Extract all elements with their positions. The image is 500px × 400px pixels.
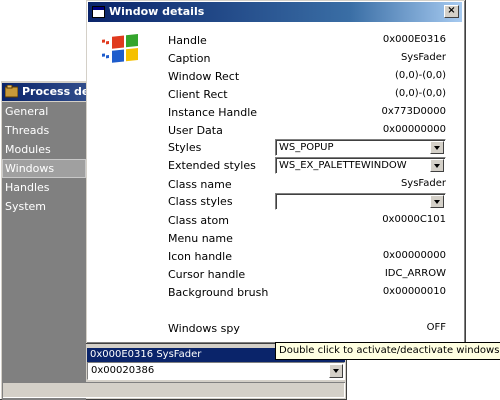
field-label: Icon handle xyxy=(168,250,232,263)
window-details-title: Window details xyxy=(109,5,205,18)
field-label: Extended styles xyxy=(168,159,256,172)
field-label: Menu name xyxy=(168,232,233,245)
field-label: Instance Handle xyxy=(168,106,258,119)
field-caption: Caption SysFader xyxy=(168,50,446,68)
class-styles-select[interactable] xyxy=(275,193,446,210)
field-label: Windows spy xyxy=(168,322,240,335)
nav-item-modules[interactable]: Modules xyxy=(2,140,86,159)
styles-select[interactable]: WS_POPUP xyxy=(275,139,446,156)
field-class-atom: Class atom 0x0000C101 xyxy=(168,212,446,230)
field-window-rect: Window Rect (0,0)-(0,0) xyxy=(168,68,446,86)
field-label: Cursor handle xyxy=(168,268,246,281)
field-user-data: User Data 0x00000000 xyxy=(168,122,446,140)
nav-item-threads[interactable]: Threads xyxy=(2,121,86,140)
field-value: (0,0)-(0,0) xyxy=(394,88,446,99)
field-styles: Styles WS_POPUP xyxy=(168,139,446,157)
field-label: Styles xyxy=(168,141,202,154)
styles-select-value: WS_POPUP xyxy=(279,142,334,153)
window-handle-combo[interactable]: 0x00020386 xyxy=(87,362,345,380)
field-menu-name: Menu name xyxy=(168,230,446,248)
process-icon xyxy=(5,85,18,98)
nav-item-system[interactable]: System xyxy=(2,197,86,216)
chevron-down-icon[interactable] xyxy=(430,141,444,154)
nav-item-handles[interactable]: Handles xyxy=(2,178,86,197)
field-label: Window Rect xyxy=(168,70,240,83)
field-value: SysFader xyxy=(400,52,446,63)
field-label: User Data xyxy=(168,124,223,137)
field-value: SysFader xyxy=(400,178,446,189)
chevron-down-icon[interactable] xyxy=(430,195,444,208)
extended-styles-select[interactable]: WS_EX_PALETTEWINDOW xyxy=(275,157,446,174)
windows-flag-icon xyxy=(102,34,138,63)
nav-item-general[interactable]: General xyxy=(2,102,86,121)
field-windows-spy[interactable]: Windows spy OFF xyxy=(168,320,446,338)
field-cursor-handle: Cursor handle IDC_ARROW xyxy=(168,266,446,284)
field-value: IDC_ARROW xyxy=(384,268,446,279)
field-label: Background brush xyxy=(168,286,269,299)
field-instance-handle: Instance Handle 0x773D0000 xyxy=(168,104,446,122)
field-value: 0x00000010 xyxy=(382,286,446,297)
nav-item-windows[interactable]: Windows xyxy=(2,159,86,178)
field-extended-styles: Extended styles WS_EX_PALETTEWINDOW xyxy=(168,157,446,175)
field-background-brush: Background brush 0x00000010 xyxy=(168,284,446,302)
field-client-rect: Client Rect (0,0)-(0,0) xyxy=(168,86,446,104)
field-class-name: Class name SysFader xyxy=(168,176,446,194)
field-label: Class styles xyxy=(168,195,233,208)
window-details-dialog: Window details × Handle 0x000E0316 Capti… xyxy=(86,0,466,344)
field-label: Handle xyxy=(168,34,207,47)
status-bar xyxy=(2,382,345,398)
extended-styles-select-value: WS_EX_PALETTEWINDOW xyxy=(279,160,407,171)
field-value: 0x773D0000 xyxy=(381,106,446,117)
field-value: 0x0000C101 xyxy=(382,214,446,225)
process-details-nav: General Threads Modules Windows Handles … xyxy=(2,102,86,400)
field-class-styles: Class styles xyxy=(168,193,446,211)
field-label: Class name xyxy=(168,178,232,191)
chevron-down-icon[interactable] xyxy=(329,364,343,378)
field-label: Client Rect xyxy=(168,88,228,101)
chevron-down-icon[interactable] xyxy=(430,159,444,172)
field-value: 0x00000000 xyxy=(382,124,446,135)
field-handle: Handle 0x000E0316 xyxy=(168,32,446,50)
close-icon[interactable]: × xyxy=(444,5,459,18)
field-value: 0x00000000 xyxy=(382,250,446,261)
field-icon-handle: Icon handle 0x00000000 xyxy=(168,248,446,266)
windows-spy-toggle[interactable]: OFF xyxy=(427,322,446,333)
field-value: 0x000E0316 xyxy=(382,34,446,45)
window-details-titlebar[interactable]: Window details × xyxy=(88,2,462,22)
field-value: (0,0)-(0,0) xyxy=(394,70,446,81)
window-icon xyxy=(92,6,105,18)
field-label: Class atom xyxy=(168,214,229,227)
field-label: Caption xyxy=(168,52,211,65)
windows-spy-tooltip: Double click to activate/deactivate wind… xyxy=(275,342,500,360)
window-handle-combo-value: 0x00020386 xyxy=(91,365,155,376)
